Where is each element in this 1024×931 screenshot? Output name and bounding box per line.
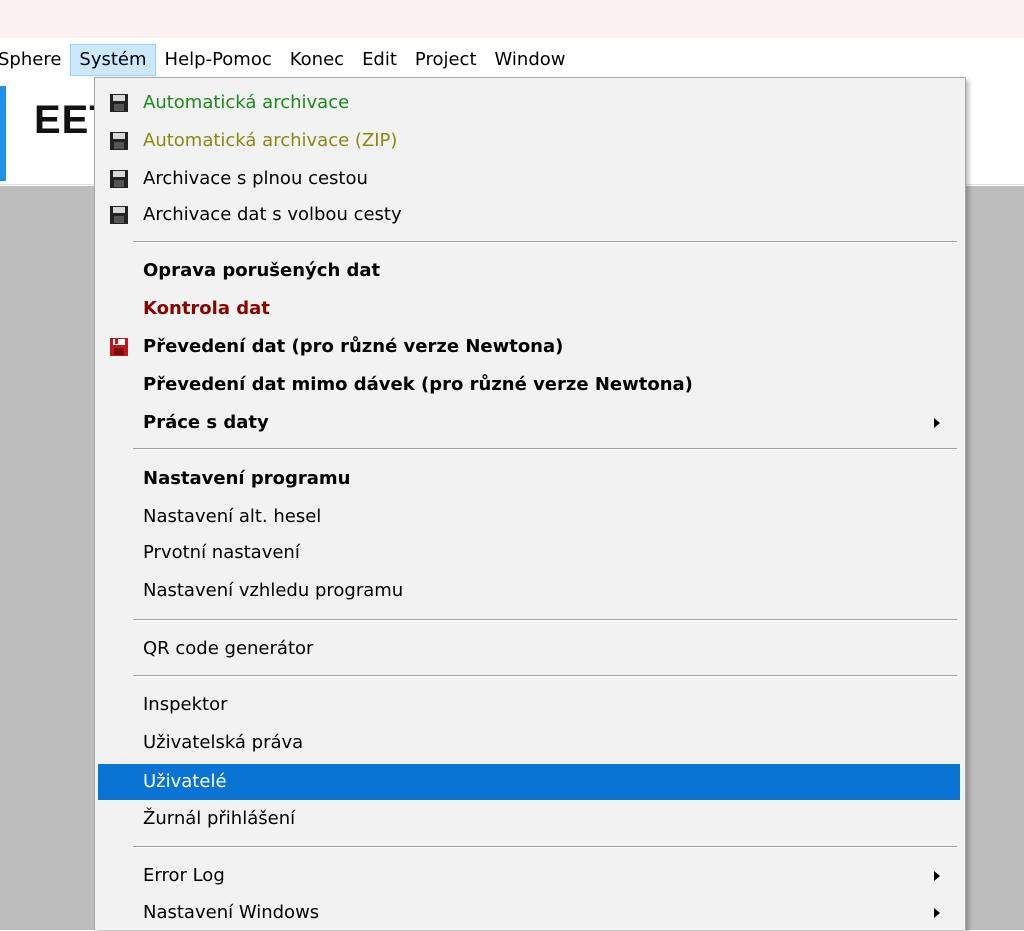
menu-bar: Sphere Systém Help-Pomoc Konec Edit Proj…: [0, 44, 1024, 76]
eet-logo: EET: [0, 86, 114, 181]
menu-item-label: Oprava porušených dat: [143, 260, 381, 281]
menu-separator: [133, 846, 957, 848]
menu-item-label: Žurnál přihlášení: [143, 808, 296, 829]
menu-item-archivace-dat-s-volbou-cesty[interactable]: Archivace dat s volbou cesty: [98, 197, 960, 233]
menu-item-prevedeni-dat-mimo-davek[interactable]: Převedení dat mimo dávek (pro různé verz…: [98, 367, 960, 403]
menu-separator: [133, 241, 957, 243]
floppy-disk-icon: [109, 131, 129, 151]
menubar-item-window[interactable]: Window: [486, 44, 575, 76]
menu-separator: [133, 448, 957, 450]
menu-item-label: Převedení dat (pro různé verze Newtona): [143, 336, 564, 357]
menu-item-error-log[interactable]: Error Log: [98, 858, 960, 894]
menu-item-kontrola-dat[interactable]: Kontrola dat: [98, 291, 960, 327]
menu-item-label: Uživatelé: [143, 771, 227, 792]
menubar-item-help[interactable]: Help-Pomoc: [156, 44, 281, 76]
menu-item-label: Nastavení Windows: [143, 902, 320, 923]
menu-item-label: Převedení dat mimo dávek (pro různé verz…: [143, 374, 693, 395]
menu-item-label: Automatická archivace (ZIP): [143, 130, 398, 151]
menu-item-label: Archivace s plnou cestou: [143, 168, 368, 189]
red-floppy-disk-icon: [109, 337, 129, 357]
menu-item-automaticka-archivace-zip[interactable]: Automatická archivace (ZIP): [98, 123, 960, 159]
submenu-arrow-icon: [934, 418, 940, 428]
menu-item-label: Nastavení programu: [143, 468, 351, 489]
menu-item-label: Nastavení vzhledu programu: [143, 580, 404, 601]
menu-item-zurnal-prihlaseni[interactable]: Žurnál přihlášení: [98, 801, 960, 837]
menu-item-uzivatele[interactable]: Uživatelé: [98, 764, 960, 800]
menu-separator: [133, 675, 957, 677]
menu-item-prevedeni-dat[interactable]: Převedení dat (pro různé verze Newtona): [98, 329, 960, 365]
submenu-arrow-icon: [934, 908, 940, 918]
menu-item-uzivatelska-prava[interactable]: Uživatelská práva: [98, 725, 960, 761]
menu-item-label: Error Log: [143, 865, 225, 886]
menu-item-label: Automatická archivace: [143, 92, 350, 113]
menu-item-archivace-s-plnou-cestou[interactable]: Archivace s plnou cestou: [98, 161, 960, 197]
submenu-arrow-icon: [934, 871, 940, 881]
menu-item-label: QR code generátor: [143, 638, 314, 659]
menu-item-inspektor[interactable]: Inspektor: [98, 687, 960, 723]
menu-item-nastaveni-vzhledu-programu[interactable]: Nastavení vzhledu programu: [98, 573, 960, 609]
menu-item-label: Prvotní nastavení: [143, 542, 300, 563]
menu-separator: [133, 619, 957, 621]
window-title-strip: [0, 0, 1024, 38]
menu-item-nastaveni-alt-hesel[interactable]: Nastavení alt. hesel: [98, 499, 960, 535]
menubar-item-sphere[interactable]: Sphere: [0, 44, 70, 76]
floppy-disk-icon: [109, 93, 129, 113]
menubar-item-konec[interactable]: Konec: [281, 44, 353, 76]
menu-item-prace-s-daty[interactable]: Práce s daty: [98, 405, 960, 441]
menubar-item-system[interactable]: Systém: [70, 44, 156, 76]
menu-item-label: Uživatelská práva: [143, 732, 304, 753]
menu-item-nastaveni-windows[interactable]: Nastavení Windows: [98, 895, 960, 931]
menu-item-qr-code-generator[interactable]: QR code generátor: [98, 631, 960, 667]
menu-item-prvotni-nastaveni[interactable]: Prvotní nastavení: [98, 535, 960, 571]
system-dropdown-menu: Automatická archivace Automatická archiv…: [94, 77, 966, 930]
floppy-disk-icon: [109, 205, 129, 225]
menubar-item-edit[interactable]: Edit: [353, 44, 406, 76]
menubar-item-project[interactable]: Project: [406, 44, 486, 76]
menu-item-oprava-porusenych-dat[interactable]: Oprava porušených dat: [98, 253, 960, 289]
menu-item-label: Inspektor: [143, 694, 228, 715]
menu-item-label: Kontrola dat: [143, 298, 270, 319]
menu-item-label: Práce s daty: [143, 412, 269, 433]
menu-item-automaticka-archivace[interactable]: Automatická archivace: [98, 85, 960, 121]
menu-item-nastaveni-programu[interactable]: Nastavení programu: [98, 461, 960, 497]
menu-item-label: Archivace dat s volbou cesty: [143, 204, 402, 225]
floppy-disk-icon: [109, 169, 129, 189]
menu-item-label: Nastavení alt. hesel: [143, 506, 322, 527]
